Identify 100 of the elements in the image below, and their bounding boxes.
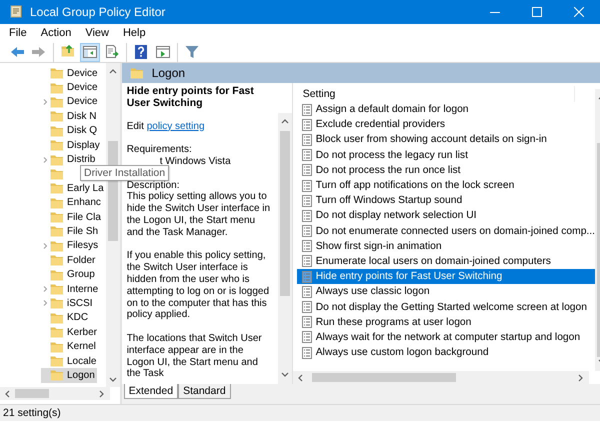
tree-item[interactable]: File Cla <box>41 210 103 224</box>
tree-item[interactable]: File Sh <box>41 224 100 239</box>
description-paragraph: If you enable this policy setting, the Switch User interface is hidden from the user who is attempting to log on or is logged on to the computer that has this policy applied. <box>126 250 270 322</box>
folder-icon <box>50 296 64 310</box>
properties-icon[interactable] <box>155 44 171 60</box>
setting-row[interactable]: Hide entry points for Fast User Switching <box>296 269 596 284</box>
tree-item[interactable]: Folder <box>41 253 98 268</box>
folder-icon <box>50 282 64 296</box>
setting-row[interactable]: Show first sign-in animation <box>296 238 596 254</box>
folder-icon <box>130 66 144 80</box>
folder-icon <box>50 181 64 196</box>
tree-pane-icon[interactable] <box>82 44 98 60</box>
menu-item[interactable]: Action <box>34 27 78 39</box>
export-list-icon[interactable] <box>104 44 120 60</box>
tree-item[interactable]: Device <box>41 94 100 110</box>
tree-item[interactable]: Early La <box>41 181 106 196</box>
setting-icon <box>300 104 313 116</box>
tree-item[interactable]: Disk N <box>41 109 98 124</box>
tree-item[interactable]: iSCSI <box>41 296 95 311</box>
setting-row[interactable]: Always wait for the network at computer startup and logon <box>296 330 596 345</box>
menu-item[interactable]: View <box>78 27 116 39</box>
tree-item[interactable]: Logon <box>41 368 97 383</box>
tree-item[interactable]: Device <box>41 80 100 95</box>
setting-row[interactable]: Do not enumerate connected users on domain-joined comp... <box>296 224 596 239</box>
filter-icon[interactable] <box>184 44 200 60</box>
description-label: Description: <box>126 180 180 192</box>
setting-row[interactable]: Turn off Windows Startup sound <box>296 193 596 208</box>
setting-icon <box>300 346 313 359</box>
close-icon[interactable] <box>574 7 584 17</box>
tree-item[interactable]: Disk Q <box>41 124 99 138</box>
folder-icon <box>50 368 64 382</box>
setting-icon <box>300 149 313 162</box>
tree-item[interactable]: Filesys <box>41 238 100 254</box>
setting-row[interactable]: Enumerate local users on domain-joined computers <box>296 254 596 270</box>
folder-icon <box>50 325 64 340</box>
menu-item[interactable]: File <box>2 27 34 39</box>
help-icon[interactable] <box>133 44 149 60</box>
tab[interactable]: Extended <box>124 384 178 399</box>
folder-icon <box>50 152 64 167</box>
setting-row[interactable]: Assign a default domain for logon <box>296 102 596 118</box>
setting-row[interactable]: Do not process the run once list <box>296 162 596 178</box>
tooltip-text: Driver Installation <box>84 167 166 179</box>
tree-item[interactable]: Locale <box>41 354 98 368</box>
folder-icon <box>50 268 64 282</box>
tree-item[interactable]: Kerber <box>41 325 100 340</box>
menu-item[interactable]: Help <box>116 27 153 39</box>
tree-item[interactable]: Display <box>41 138 102 152</box>
section-title: Logon <box>152 66 186 80</box>
horizontal-scrollbar[interactable] <box>292 371 589 384</box>
tree-item[interactable]: Distrib <box>41 152 98 167</box>
setting-row[interactable]: Do not process the legacy run list <box>296 148 596 163</box>
setting-row[interactable]: Block user from showing account details on sign-in <box>296 132 596 148</box>
tree-item[interactable]: Device <box>41 66 100 80</box>
folder-icon <box>50 80 64 95</box>
setting-row[interactable]: Turn off app notifications on the lock screen <box>296 178 596 194</box>
tree-item[interactable]: Interne <box>41 282 100 296</box>
setting-row[interactable]: Always use custom logon background <box>296 345 596 360</box>
setting-icon <box>300 331 313 344</box>
scroll-thumb[interactable] <box>312 373 456 382</box>
setting-row[interactable]: Exclude credential providers <box>296 117 596 132</box>
folder-icon <box>50 109 64 124</box>
scroll-thumb[interactable] <box>280 131 290 296</box>
folder-icon <box>50 310 64 325</box>
setting-icon <box>300 270 313 283</box>
folder-icon <box>50 124 64 138</box>
back-icon[interactable] <box>9 44 25 60</box>
tab[interactable]: Standard <box>178 384 231 399</box>
app-icon <box>8 4 24 20</box>
requirements-text: t Windows Vista <box>158 156 232 168</box>
requirements-label: Requirements: <box>126 144 193 156</box>
setting-row[interactable]: Run these programs at user logon <box>296 314 596 330</box>
folder-icon <box>50 210 64 224</box>
folder-icon <box>50 354 64 368</box>
setting-icon <box>300 210 313 222</box>
tree-item[interactable]: Group <box>41 267 97 282</box>
policy-setting-link[interactable]: policy setting <box>146 120 205 132</box>
vertical-scrollbar[interactable] <box>278 113 292 384</box>
folder-icon <box>50 238 64 253</box>
setting-icon <box>300 194 313 207</box>
setting-icon <box>300 225 313 238</box>
setting-icon <box>300 134 313 146</box>
horizontal-scrollbar[interactable] <box>0 387 110 400</box>
folder-icon <box>50 166 64 181</box>
folder-icon <box>50 66 64 80</box>
column-header[interactable]: Setting <box>296 86 576 102</box>
window-title: Local Group Policy Editor <box>30 5 166 19</box>
setting-icon <box>300 164 313 176</box>
maximize-icon[interactable] <box>532 7 542 17</box>
tree-item[interactable]: Enhanc <box>41 196 103 210</box>
setting-row[interactable]: Always use classic logon <box>296 284 596 300</box>
setting-row[interactable]: Do not display network selection UI <box>296 208 596 224</box>
folder-icon <box>50 224 64 238</box>
tree-item[interactable]: KDC <box>41 310 90 326</box>
setting-row[interactable]: Do not display the Getting Started welcome screen at logon <box>296 299 596 315</box>
folder-icon <box>50 253 64 268</box>
setting-icon <box>300 301 313 314</box>
setting-icon <box>300 240 313 252</box>
scroll-thumb[interactable] <box>15 389 49 398</box>
setting-icon <box>300 180 313 192</box>
tree-item[interactable]: Kernel <box>41 339 98 354</box>
